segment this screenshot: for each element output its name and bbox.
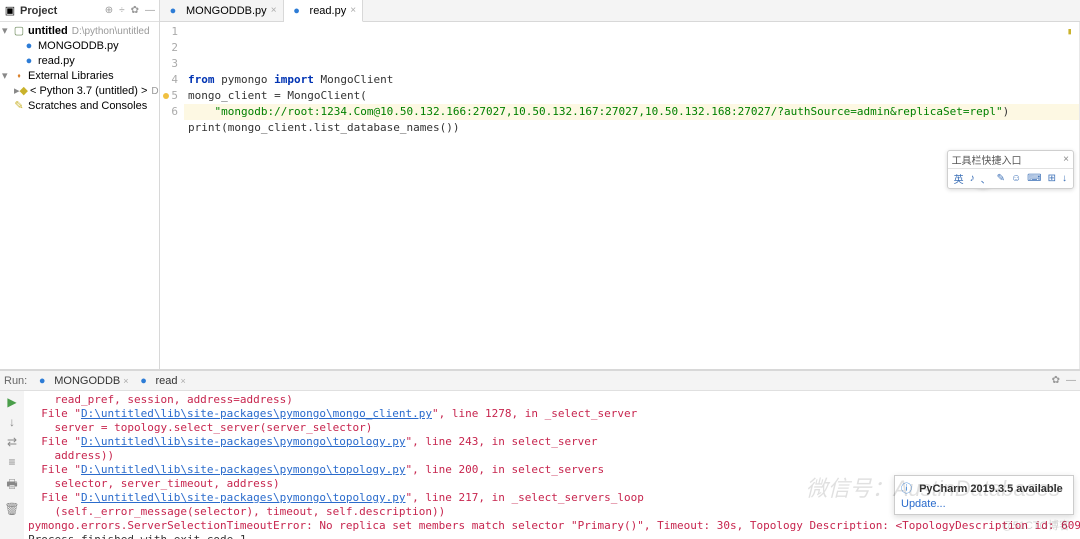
run-toolbar: ▶ ↓ ⇄ ≡ 🖶 🗑 [0, 391, 24, 539]
tree-python-env[interactable]: ▸ ◆ < Python 3.7 (untitled) > D:\untitl [0, 84, 159, 99]
project-tree: ▾ ▢ untitled D:\python\untitled ● MONGOD… [0, 22, 159, 116]
editor-gutter: 123456 [160, 22, 184, 369]
run-label: Run: [4, 375, 27, 387]
console-line: File "D:\untitled\lib\site-packages\pymo… [28, 407, 1076, 421]
toolbar-hide-icon[interactable]: — [145, 5, 155, 16]
project-icon: ▣ [4, 5, 16, 17]
toolbar-collapse-icon[interactable]: ⊕ [105, 5, 113, 16]
console-line: File "D:\untitled\lib\site-packages\pymo… [28, 435, 1076, 449]
tree-root[interactable]: ▾ ▢ untitled D:\python\untitled [0, 24, 159, 39]
code-line[interactable]: "mongodb://root:1234.Com@10.50.132.166:2… [188, 104, 1075, 120]
run-stop-icon[interactable]: ↓ [9, 415, 15, 429]
gutter-line[interactable]: 4 [160, 72, 178, 88]
gutter-line[interactable]: 1 [160, 24, 178, 40]
python-file-icon: ● [166, 5, 180, 17]
console-line: Process finished with exit code 1 [28, 533, 1076, 539]
notification-title: PyCharm 2019.3.5 available [919, 483, 1063, 495]
code-line[interactable]: mongo_client = MongoClient( [188, 88, 1075, 104]
python-file-icon: ● [22, 56, 36, 68]
close-icon[interactable]: × [271, 5, 277, 16]
ime-icon-row: 英 ♪ 、 ✎ ☺ ⌨ ⊞ ↓ [948, 169, 1073, 188]
run-config-mongoddb[interactable]: ● MONGODDB × [35, 375, 128, 387]
project-toolbar: ▣ Project ⊕ ÷ ✿ — [0, 0, 159, 22]
ime-icon[interactable]: 英 [954, 171, 964, 186]
editor-code[interactable]: ▮ from pymongo import MongoClientmongo_c… [184, 22, 1079, 369]
close-icon[interactable]: × [350, 5, 356, 16]
info-icon: ⓘ [901, 483, 912, 495]
python-env-icon: ◆ [20, 86, 28, 98]
ime-icon[interactable]: ↓ [1062, 173, 1067, 184]
run-tabs: Run: ● MONGODDB × ● read × ✿ — [0, 371, 1080, 391]
code-line[interactable]: from pymongo import MongoClient [188, 72, 1075, 88]
console-line: address)) [28, 449, 1076, 463]
run-rerun-icon[interactable]: ▶ [7, 395, 16, 409]
toolbar-divide-icon[interactable]: ÷ [119, 5, 125, 16]
python-file-icon: ● [290, 5, 304, 17]
ime-icon[interactable]: ✎ [997, 173, 1005, 184]
console-output[interactable]: read_pref, session, address=address) Fil… [24, 391, 1080, 539]
library-icon: ⬪ [12, 71, 26, 83]
run-trash-icon[interactable]: 🗑 [4, 502, 19, 516]
tree-file[interactable]: ● read.py [0, 54, 159, 69]
tree-file[interactable]: ● MONGODDB.py [0, 39, 159, 54]
console-line: server = topology.select_server(server_s… [28, 421, 1076, 435]
run-wrap-icon[interactable]: ≡ [8, 455, 15, 469]
warning-stripe-icon[interactable]: ▮ [1067, 24, 1075, 32]
close-icon[interactable]: × [123, 376, 128, 386]
console-line: pymongo.errors.ServerSelectionTimeoutErr… [28, 519, 1076, 533]
python-file-icon: ● [22, 41, 36, 53]
gutter-line[interactable]: 2 [160, 40, 178, 56]
ime-icon[interactable]: ⌨ [1027, 173, 1041, 184]
toolbar-gear-icon[interactable]: ✿ [131, 5, 139, 16]
traceback-link[interactable]: D:\untitled\lib\site-packages\pymongo\to… [81, 463, 406, 476]
notification-action[interactable]: Update... [901, 498, 1067, 510]
python-file-icon: ● [35, 375, 49, 387]
tree-scratches[interactable]: ✎ Scratches and Consoles [0, 99, 159, 114]
tab-mongoddb[interactable]: ● MONGODDB.py × [160, 0, 284, 22]
ime-title: 工具栏快捷入口 [952, 152, 1022, 167]
console-line: read_pref, session, address=address) [28, 393, 1076, 407]
gear-icon[interactable]: ✿ [1052, 375, 1060, 386]
run-config-read[interactable]: ● read × [137, 375, 186, 387]
toggle-icon[interactable]: ▾ [2, 69, 12, 84]
traceback-link[interactable]: D:\untitled\lib\site-packages\pymongo\to… [81, 491, 406, 504]
toggle-icon[interactable] [2, 99, 12, 114]
project-title: Project [20, 5, 57, 17]
tab-read[interactable]: ● read.py × [284, 0, 364, 22]
gutter-line[interactable]: 6 [160, 104, 178, 120]
hide-icon[interactable]: — [1066, 375, 1076, 386]
ime-icon[interactable]: 、 [981, 171, 991, 186]
gutter-line[interactable]: 5 [160, 88, 178, 104]
run-print-icon[interactable]: 🖶 [6, 475, 17, 496]
run-up-down-icon[interactable]: ⇄ [7, 435, 17, 449]
ime-icon[interactable]: ⊞ [1048, 173, 1056, 184]
ime-icon[interactable]: ♪ [970, 173, 975, 184]
update-notification[interactable]: ⓘ PyCharm 2019.3.5 available Update... [894, 475, 1074, 515]
scratches-icon: ✎ [12, 101, 26, 113]
editor-tabs: ● MONGODDB.py × ● read.py × [160, 0, 1080, 22]
ime-toolbar[interactable]: 工具栏快捷入口 × 英 ♪ 、 ✎ ☺ ⌨ ⊞ ↓ [947, 150, 1074, 189]
tree-external-libs[interactable]: ▾ ⬪ External Libraries [0, 69, 159, 84]
traceback-link[interactable]: D:\untitled\lib\site-packages\pymongo\mo… [81, 407, 432, 420]
project-sidebar: ▣ Project ⊕ ÷ ✿ — ▾ ▢ untitled D:\python… [0, 0, 160, 369]
ime-icon[interactable]: ☺ [1011, 173, 1021, 184]
code-line[interactable]: print(mongo_client.list_database_names()… [188, 120, 1075, 136]
close-icon[interactable]: × [1063, 154, 1069, 165]
traceback-link[interactable]: D:\untitled\lib\site-packages\pymongo\to… [81, 435, 406, 448]
toggle-icon[interactable]: ▾ [2, 24, 12, 39]
close-icon[interactable]: × [181, 376, 186, 386]
code-editor[interactable]: 123456 ▮ from pymongo import MongoClient… [160, 22, 1080, 369]
gutter-line[interactable]: 3 [160, 56, 178, 72]
folder-icon: ▢ [12, 26, 26, 38]
python-file-icon: ● [137, 375, 151, 387]
